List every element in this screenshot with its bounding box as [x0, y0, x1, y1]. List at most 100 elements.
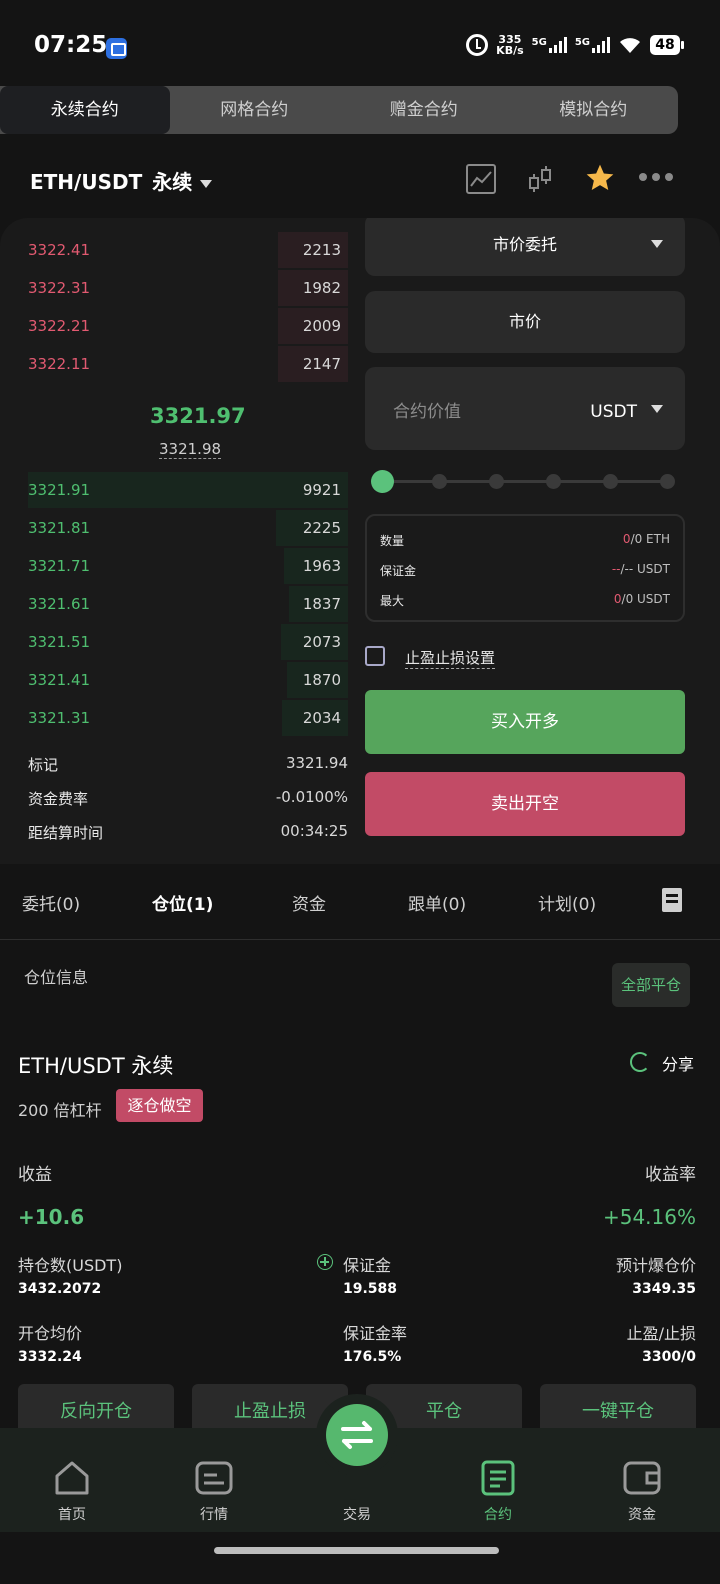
slider-step[interactable]: [546, 474, 561, 489]
bid-row[interactable]: 3321.71 1963: [28, 548, 348, 584]
slider-step[interactable]: [432, 474, 447, 489]
summary-qty: 数量 0/0 ETH: [380, 532, 670, 548]
slider-track: [379, 480, 669, 483]
tp-sl-value-label: 止盈/止损: [626, 1324, 696, 1343]
order-list-icon[interactable]: [662, 888, 682, 912]
tab-demo[interactable]: 模拟合约: [509, 86, 679, 134]
value-unit-select[interactable]: USDT: [590, 402, 637, 422]
nav-contract[interactable]: 合约: [426, 1428, 570, 1532]
pnl-value: +10.6: [18, 1205, 85, 1229]
nav-market[interactable]: 行情: [142, 1428, 286, 1532]
sell-short-button[interactable]: 卖出开空: [365, 772, 685, 836]
slider-step[interactable]: [603, 474, 618, 489]
tp-sl-value: 3300/0: [642, 1349, 696, 1365]
pair-type: 永续: [152, 170, 193, 194]
share-label: 分享: [662, 1055, 695, 1074]
battery-icon: 48: [650, 35, 684, 55]
liq-price-label: 预计爆仓价: [615, 1256, 696, 1275]
signal-5g-1: 5G: [532, 37, 567, 53]
order-type-value: 市价委托: [492, 235, 557, 254]
wifi-icon: [620, 38, 640, 53]
position-title: ETH/USDT 永续: [18, 1054, 174, 1078]
home-indicator[interactable]: [214, 1547, 499, 1554]
pnl-label: 收益: [18, 1165, 52, 1185]
liq-price-value: 3349.35: [632, 1281, 696, 1297]
contract-value-placeholder: 合约价值: [393, 402, 461, 422]
close-all-button[interactable]: 全部平仓: [612, 963, 690, 1007]
signal-bars-icon: [548, 37, 567, 53]
slider-knob[interactable]: [371, 470, 394, 493]
buy-long-button[interactable]: 买入开多: [365, 690, 685, 754]
mark-price[interactable]: 3321.98: [159, 440, 222, 459]
contract-value-input[interactable]: 合约价值 USDT: [365, 367, 685, 450]
bid-price: 3321.31: [28, 709, 91, 727]
position-tabs: 委托(0) 仓位(1) 资金 跟单(0) 计划(0): [0, 870, 720, 940]
nav-assets[interactable]: 资金: [570, 1428, 714, 1532]
ask-qty: 2009: [302, 317, 341, 335]
summary-margin: 保证金 --/-- USDT: [380, 562, 670, 578]
ask-row[interactable]: 3322.21 2009: [28, 308, 348, 344]
contract-type-tabs: 永续合约 网格合约 赠金合约 模拟合约: [0, 86, 678, 134]
position-size-value: 3432.2072: [18, 1281, 102, 1297]
slider-step[interactable]: [660, 474, 675, 489]
candlestick-icon[interactable]: [526, 164, 554, 194]
margin-value: 19.588: [343, 1281, 398, 1297]
bid-row[interactable]: 3321.61 1837: [28, 586, 348, 622]
gesture-area: [0, 1532, 720, 1584]
bid-price: 3321.91: [28, 481, 91, 499]
bid-row[interactable]: 3321.91 9921: [28, 472, 348, 508]
pair-header: ETH/USDT 永续: [0, 160, 720, 200]
ask-row[interactable]: 3322.11 2147: [28, 346, 348, 382]
ask-price: 3322.21: [28, 317, 91, 335]
ask-row[interactable]: 3322.31 1982: [28, 270, 348, 306]
order-type-select[interactable]: 市价委托: [365, 218, 685, 276]
bid-price: 3321.41: [28, 671, 91, 689]
trade-button[interactable]: [326, 1404, 388, 1466]
home-icon: [55, 1461, 89, 1495]
position-size-label: 持仓数(USDT): [18, 1256, 123, 1275]
tab-grid[interactable]: 网格合约: [170, 86, 340, 134]
tab-plans[interactable]: 计划(0): [538, 890, 596, 915]
tab-bonus[interactable]: 赠金合约: [339, 86, 509, 134]
ask-qty: 2213: [302, 241, 341, 259]
tp-sl-label: 止盈止损设置: [405, 649, 496, 669]
tab-copy-trading[interactable]: 跟单(0): [408, 890, 466, 915]
bid-qty: 1837: [302, 595, 341, 613]
bid-qty: 2073: [302, 633, 341, 651]
price-mode-field[interactable]: 市价: [365, 291, 685, 353]
nav-home-label: 首页: [58, 1507, 86, 1523]
bid-row[interactable]: 3321.31 2034: [28, 700, 348, 736]
entry-price-label: 开仓均价: [18, 1324, 83, 1343]
bid-price: 3321.61: [28, 595, 91, 613]
market-icon: [195, 1461, 233, 1495]
tp-sl-checkbox[interactable]: [365, 646, 385, 666]
margin-ratio-label: 保证金率: [343, 1324, 408, 1343]
star-favorite-icon[interactable]: [584, 162, 616, 194]
bid-qty: 1963: [302, 557, 341, 575]
bid-row[interactable]: 3321.81 2225: [28, 510, 348, 546]
ask-qty: 2147: [302, 355, 341, 373]
tab-orders[interactable]: 委托(0): [22, 890, 80, 915]
pair-selector[interactable]: ETH/USDT 永续: [30, 166, 213, 195]
alarm-icon: [466, 34, 489, 56]
tab-positions[interactable]: 仓位(1): [152, 890, 213, 915]
bid-row[interactable]: 3321.51 2073: [28, 624, 348, 660]
position-mode-badge: 逐仓做空: [116, 1089, 203, 1122]
tab-funds[interactable]: 资金: [292, 890, 326, 915]
chevron-down-icon: [200, 179, 213, 188]
nav-home[interactable]: 首页: [0, 1428, 144, 1532]
slider-step[interactable]: [489, 474, 504, 489]
add-margin-icon[interactable]: [317, 1254, 333, 1270]
roe-value: +54.16%: [602, 1205, 696, 1229]
bid-row[interactable]: 3321.41 1870: [28, 662, 348, 698]
tab-perpetual[interactable]: 永续合约: [0, 86, 170, 134]
order-summary: 数量 0/0 ETH 保证金 --/-- USDT 最大 0/0 USDT: [365, 514, 685, 622]
leverage-slider[interactable]: [371, 470, 675, 493]
line-chart-icon[interactable]: [466, 164, 496, 194]
ask-row[interactable]: 3322.41 2213: [28, 232, 348, 268]
nav-trade-label: 交易: [343, 1507, 371, 1523]
signal-5g-2: 5G: [575, 37, 610, 53]
entry-price-value: 3332.24: [18, 1349, 82, 1365]
nav-trade[interactable]: [316, 1394, 398, 1476]
more-options-icon[interactable]: [638, 172, 674, 182]
